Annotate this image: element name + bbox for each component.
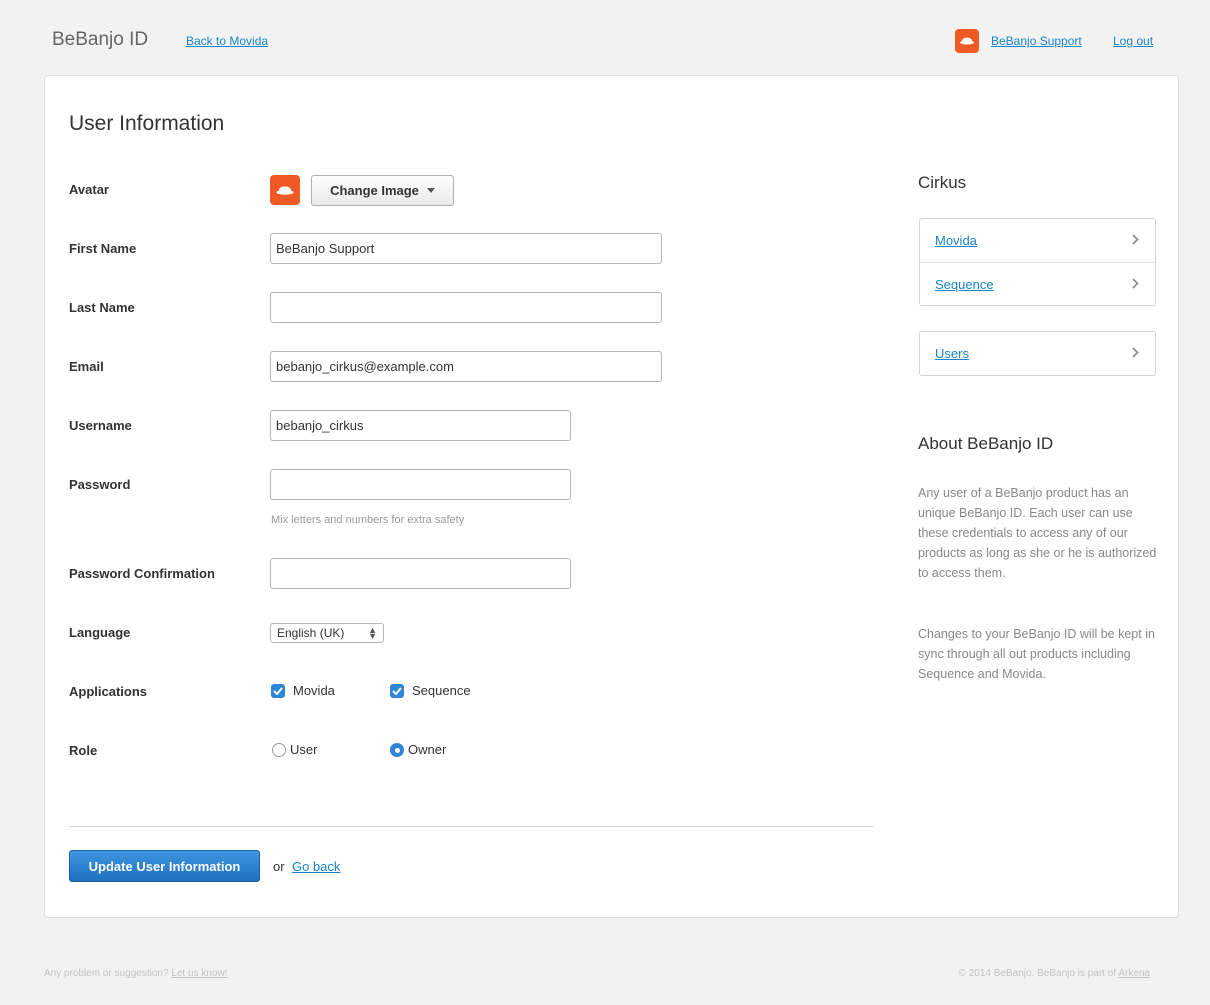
email-label: Email <box>69 359 104 374</box>
organization-title: Cirkus <box>918 173 967 192</box>
change-image-button[interactable]: Change Image <box>311 175 454 206</box>
chevron-right-icon <box>1132 347 1139 358</box>
first-name-label: First Name <box>69 241 137 256</box>
role-user-label: User <box>290 742 318 757</box>
first-name-input[interactable] <box>270 233 662 264</box>
sequence-checkbox[interactable] <box>390 684 404 698</box>
role-owner-label: Owner <box>408 742 447 757</box>
nav-item-sequence[interactable]: Sequence <box>920 262 1155 305</box>
movida-checkbox[interactable] <box>271 684 285 698</box>
checkmark-icon <box>273 687 283 695</box>
avatar-image <box>270 175 300 205</box>
role-user-radio[interactable] <box>272 743 286 757</box>
password-confirmation-input[interactable] <box>270 558 571 589</box>
form-divider <box>69 826 873 827</box>
go-back-link[interactable]: Go back <box>292 859 340 874</box>
chevron-right-icon <box>1132 278 1139 289</box>
update-user-information-button[interactable]: Update User Information <box>69 850 260 882</box>
nav-users-link[interactable]: Users <box>935 346 969 361</box>
password-input[interactable] <box>270 469 571 500</box>
password-hint: Mix letters and numbers for extra safety <box>271 514 465 526</box>
select-arrows-icon: ▲ ▼ <box>368 625 377 641</box>
page-title: User Information <box>69 112 225 135</box>
admin-nav: Users <box>919 331 1156 376</box>
nav-movida-link[interactable]: Movida <box>935 233 977 248</box>
role-owner-radio[interactable] <box>390 743 404 757</box>
applications-label: Applications <box>69 684 148 699</box>
current-user-link[interactable]: BeBanjo Support <box>991 34 1082 48</box>
nav-item-movida[interactable]: Movida <box>920 219 1155 262</box>
email-input[interactable] <box>270 351 662 382</box>
about-paragraph-1: Any user of a BeBanjo product has an uni… <box>918 486 1157 580</box>
language-select[interactable]: English (UK) ▲ ▼ <box>270 623 384 643</box>
main-card: User Information Avatar Change Image Fir… <box>44 75 1179 918</box>
nav-sequence-link[interactable]: Sequence <box>935 277 994 292</box>
nav-item-users[interactable]: Users <box>920 332 1155 375</box>
copyright-text: © 2014 BeBanjo. BeBanjo is part of <box>958 968 1117 979</box>
footer-copyright: © 2014 BeBanjo. BeBanjo is part of Arken… <box>959 968 1150 979</box>
bowler-hat-icon <box>276 185 294 195</box>
username-label: Username <box>69 418 132 433</box>
footer-feedback-text: Any problem or suggestion? <box>44 968 169 979</box>
change-image-label: Change Image <box>330 183 419 198</box>
language-selected-value: English (UK) <box>277 626 345 640</box>
logout-link[interactable]: Log out <box>1113 34 1153 48</box>
caret-down-icon <box>426 188 435 193</box>
or-text: or <box>273 859 285 874</box>
footer-feedback: Any problem or suggestion? Let us know! <box>44 968 227 979</box>
password-confirmation-label: Password Confirmation <box>69 566 215 581</box>
checkmark-icon <box>392 687 402 695</box>
apps-nav: Movida Sequence <box>919 218 1156 306</box>
bowler-hat-icon <box>960 37 974 45</box>
role-label: Role <box>69 743 98 758</box>
avatar-label: Avatar <box>69 182 109 197</box>
about-paragraph-2: Changes to your BeBanjo ID will be kept … <box>918 627 1155 681</box>
brand-title: BeBanjo ID <box>52 29 149 50</box>
top-bar: BeBanjo ID Back to Movida BeBanjo Suppor… <box>0 0 1210 75</box>
password-label: Password <box>69 477 131 492</box>
about-title: About BeBanjo ID <box>918 434 1054 453</box>
arkena-link[interactable]: Arkena <box>1118 968 1150 979</box>
username-input[interactable] <box>270 410 571 441</box>
sequence-checkbox-label: Sequence <box>412 683 471 698</box>
back-to-movida-link[interactable]: Back to Movida <box>186 34 268 48</box>
user-avatar-icon[interactable] <box>955 29 979 53</box>
last-name-input[interactable] <box>270 292 662 323</box>
last-name-label: Last Name <box>69 300 135 315</box>
feedback-link[interactable]: Let us know! <box>171 968 227 979</box>
movida-checkbox-label: Movida <box>293 683 335 698</box>
language-label: Language <box>69 625 131 640</box>
chevron-right-icon <box>1132 234 1139 245</box>
